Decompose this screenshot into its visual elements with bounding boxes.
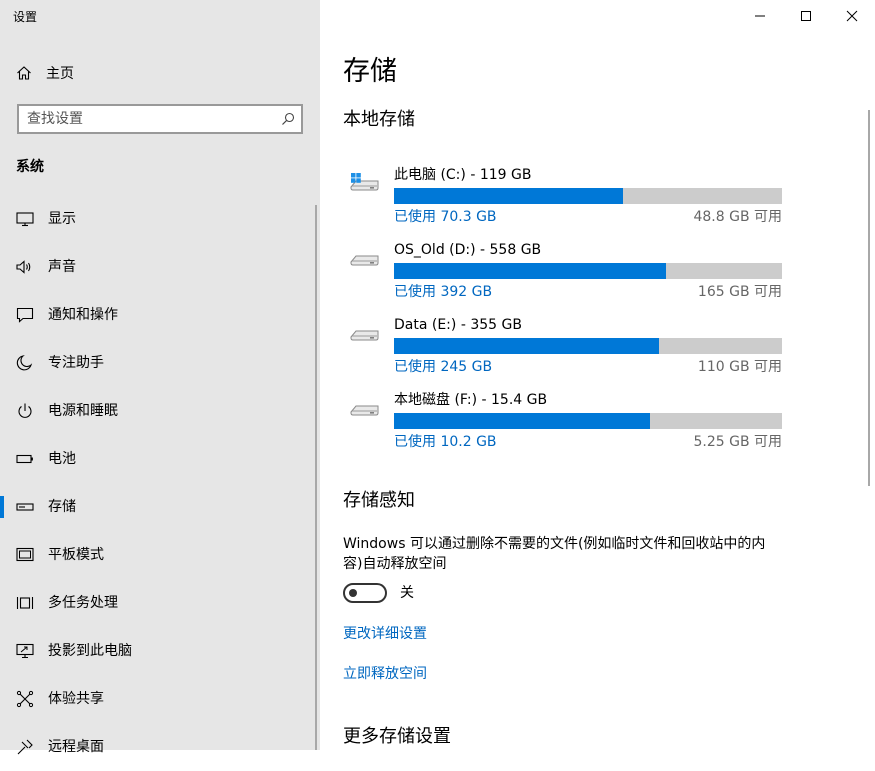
sidebar: 设置 主页 系统 显示 声音 <box>0 0 320 755</box>
drive-free-text: 48.8 GB 可用 <box>693 209 782 225</box>
close-button[interactable] <box>829 0 875 32</box>
drive-usage-bar <box>394 188 782 204</box>
drive-item[interactable]: 本地磁盘 (F:) - 15.4 GB 已使用 10.2 GB 5.25 GB … <box>348 390 788 460</box>
minimize-icon <box>755 15 765 17</box>
sidebar-item-sound[interactable]: 声音 <box>0 243 320 291</box>
drive-icon <box>350 255 379 266</box>
home-label: 主页 <box>46 66 74 82</box>
sidebar-item-label: 电源和睡眠 <box>48 403 118 419</box>
drive-free-text: 5.25 GB 可用 <box>693 434 782 450</box>
maximize-icon <box>801 11 811 21</box>
sidebar-item-display[interactable]: 显示 <box>0 195 320 243</box>
system-drive-icon <box>350 173 379 191</box>
sidebar-item-label: 专注助手 <box>48 355 104 371</box>
sidebar-item-label: 多任务处理 <box>48 595 118 611</box>
drive-item[interactable]: Data (E:) - 355 GB 已使用 245 GB 110 GB 可用 <box>348 315 788 385</box>
sidebar-item-multitasking[interactable]: 多任务处理 <box>0 579 320 627</box>
battery-icon <box>16 454 33 464</box>
sidebar-scrollbar[interactable] <box>315 205 317 750</box>
drive-icon <box>350 405 379 416</box>
drive-free-text: 165 GB 可用 <box>697 284 782 300</box>
share-icon <box>16 690 34 708</box>
drive-usage-bar <box>394 263 782 279</box>
speaker-icon <box>16 260 31 274</box>
storage-sense-heading: 存储感知 <box>343 490 415 511</box>
drive-used-link[interactable]: 已使用 70.3 GB <box>394 208 497 226</box>
drive-usage-bar <box>394 413 782 429</box>
sidebar-item-label: 投影到此电脑 <box>48 643 132 659</box>
sidebar-item-label: 体验共享 <box>48 691 104 707</box>
change-settings-link[interactable]: 更改详细设置 <box>343 624 427 644</box>
toggle-knob <box>349 589 357 597</box>
sidebar-item-storage[interactable]: 存储 <box>0 483 320 531</box>
drive-used-link[interactable]: 已使用 10.2 GB <box>394 433 497 451</box>
power-icon <box>18 403 32 418</box>
project-icon <box>16 643 34 659</box>
drive-used-link[interactable]: 已使用 245 GB <box>394 358 492 376</box>
remote-desktop-icon <box>17 739 33 755</box>
page-title: 存储 <box>343 56 397 87</box>
multitask-icon <box>16 597 34 609</box>
drive-name: 此电脑 (C:) - 119 GB <box>394 167 532 183</box>
drive-item[interactable]: OS_Old (D:) - 558 GB 已使用 392 GB 165 GB 可… <box>348 240 788 310</box>
drive-name: Data (E:) - 355 GB <box>394 317 522 333</box>
sidebar-item-shared-experiences[interactable]: 体验共享 <box>0 675 320 723</box>
storage-icon <box>16 503 34 511</box>
minimize-button[interactable] <box>737 0 783 32</box>
drive-name: OS_Old (D:) - 558 GB <box>394 242 542 258</box>
drive-usage-fill <box>394 263 667 279</box>
section-header-system: 系统 <box>16 159 44 175</box>
drive-name: 本地磁盘 (F:) - 15.4 GB <box>394 392 548 408</box>
main-scrollbar[interactable] <box>868 110 870 486</box>
sidebar-item-focus-assist[interactable]: 专注助手 <box>0 339 320 387</box>
more-storage-settings-heading: 更多存储设置 <box>343 726 451 747</box>
home-icon <box>17 66 31 80</box>
sidebar-item-label: 存储 <box>48 499 76 515</box>
sidebar-item-battery[interactable]: 电池 <box>0 435 320 483</box>
drive-icon <box>350 330 379 341</box>
search-icon[interactable] <box>281 112 295 126</box>
maximize-button[interactable] <box>783 0 829 32</box>
sidebar-item-project-to-pc[interactable]: 投影到此电脑 <box>0 627 320 675</box>
sidebar-item-label: 电池 <box>48 451 76 467</box>
drive-usage-fill <box>394 338 659 354</box>
sidebar-item-remote-desktop[interactable]: 远程桌面 <box>0 723 320 771</box>
free-space-now-link[interactable]: 立即释放空间 <box>343 664 427 684</box>
sidebar-item-notifications[interactable]: 通知和操作 <box>0 291 320 339</box>
sidebar-nav: 显示 声音 通知和操作 专注助手 电源和睡眠 电池 存储 平板模式 多任务处理 … <box>0 195 320 771</box>
monitor-icon <box>16 212 34 227</box>
home-button[interactable]: 主页 <box>16 62 74 84</box>
drive-usage-fill <box>394 188 623 204</box>
sidebar-item-power-sleep[interactable]: 电源和睡眠 <box>0 387 320 435</box>
moon-icon <box>16 355 33 371</box>
drive-usage-bar <box>394 338 782 354</box>
sidebar-item-label: 显示 <box>48 211 76 227</box>
local-storage-heading: 本地存储 <box>343 109 415 130</box>
toggle-state-label: 关 <box>400 585 414 601</box>
drive-free-text: 110 GB 可用 <box>697 359 782 375</box>
notification-icon <box>16 307 34 323</box>
drive-used-link[interactable]: 已使用 392 GB <box>394 283 492 301</box>
sidebar-item-label: 平板模式 <box>48 547 104 563</box>
sidebar-item-label: 声音 <box>48 259 76 275</box>
tablet-icon <box>16 547 34 562</box>
drive-item[interactable]: 此电脑 (C:) - 119 GB 已使用 70.3 GB 48.8 GB 可用 <box>348 165 788 235</box>
drive-usage-fill <box>394 413 651 429</box>
app-title: 设置 <box>13 10 38 24</box>
search-box[interactable] <box>17 104 303 134</box>
sidebar-item-label: 通知和操作 <box>48 307 118 323</box>
sidebar-item-label: 远程桌面 <box>48 739 104 755</box>
search-input[interactable] <box>27 110 267 128</box>
storage-sense-toggle[interactable] <box>343 583 387 603</box>
storage-sense-description: Windows 可以通过删除不需要的文件(例如临时文件和回收站中的内容)自动释放… <box>343 536 766 572</box>
close-icon <box>846 10 858 22</box>
sidebar-item-tablet-mode[interactable]: 平板模式 <box>0 531 320 579</box>
